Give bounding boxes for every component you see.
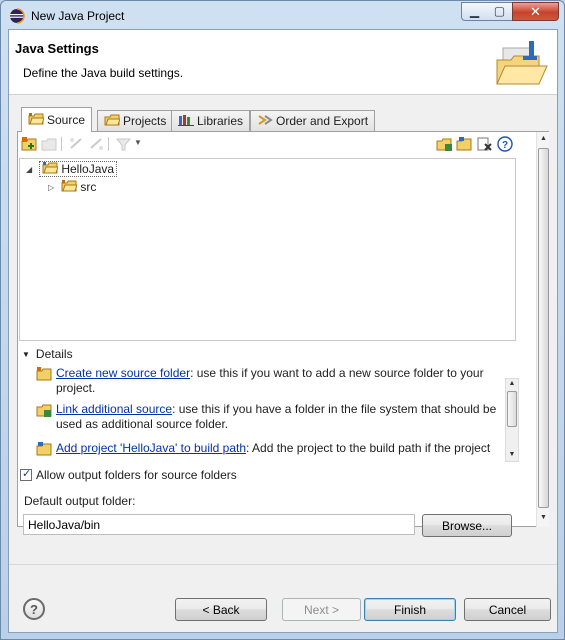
new-java-project-window: New Java Project ▁ ▢ ✕ Java Settings Def… bbox=[0, 0, 565, 640]
finish-button[interactable]: Finish bbox=[364, 598, 456, 621]
details-scroll-thumb[interactable] bbox=[507, 391, 517, 427]
tab-folder: Source Projects Libraries Order and Expo… bbox=[17, 107, 549, 537]
browse-button[interactable]: Browse... bbox=[422, 514, 512, 537]
tab-libraries[interactable]: Libraries bbox=[171, 110, 251, 131]
help-icon[interactable]: ? bbox=[23, 598, 45, 620]
add-project-icon[interactable] bbox=[456, 136, 473, 152]
source-folder-icon bbox=[61, 180, 78, 192]
minimize-icon: ▁ bbox=[469, 4, 480, 18]
allow-output-folders-label: Allow output folders for source folders bbox=[36, 468, 237, 482]
tree-item-hellojava-selection: HelloJava bbox=[39, 161, 118, 177]
link-source-icon bbox=[36, 404, 52, 417]
default-output-folder-field[interactable] bbox=[23, 514, 415, 535]
details-toggle[interactable]: ▼ Details bbox=[22, 347, 73, 361]
collapse-icon[interactable]: ◢ bbox=[26, 165, 36, 174]
link-additional-source-link[interactable]: Link additional source bbox=[56, 402, 172, 416]
tab-source-label: Source bbox=[47, 113, 86, 127]
details-panel: Create new source folder: use this if yo… bbox=[36, 366, 506, 458]
svg-text:?: ? bbox=[502, 140, 508, 151]
link-additional-source-icon[interactable] bbox=[436, 136, 453, 152]
scroll-up-icon[interactable]: ▲ bbox=[537, 135, 550, 142]
source-folder-tree[interactable]: ◢ HelloJava ▷ src bbox=[19, 158, 516, 341]
details-item-link-source: Link additional source: use this if you … bbox=[36, 402, 506, 432]
cancel-button[interactable]: Cancel bbox=[464, 598, 551, 621]
details-item-add-project: Add project 'HelloJava' to build path: A… bbox=[36, 441, 506, 456]
footer-divider bbox=[9, 564, 557, 565]
maximize-icon: ▢ bbox=[493, 4, 506, 18]
minimize-button[interactable]: ▁ bbox=[461, 2, 488, 21]
window-title: New Java Project bbox=[31, 9, 125, 23]
back-button[interactable]: < Back bbox=[175, 598, 267, 621]
close-icon: ✕ bbox=[530, 4, 541, 19]
help-icon[interactable]: ? bbox=[497, 136, 514, 152]
add-source-folder-icon[interactable] bbox=[21, 136, 38, 152]
details-item-create-source-folder: Create new source folder: use this if yo… bbox=[36, 366, 506, 396]
checkbox-checked-icon[interactable] bbox=[20, 467, 32, 481]
libraries-icon bbox=[178, 115, 194, 126]
tree-item-hellojava-label: HelloJava bbox=[61, 162, 115, 176]
eclipse-icon bbox=[10, 8, 25, 24]
wizard-header: Java Settings Define the Java build sett… bbox=[9, 30, 557, 95]
scroll-up-icon[interactable]: ▲ bbox=[506, 380, 518, 387]
filter-icon[interactable] bbox=[115, 136, 132, 152]
expand-icon[interactable]: ▷ bbox=[48, 183, 58, 192]
close-button[interactable]: ✕ bbox=[512, 2, 559, 21]
scroll-down-icon[interactable]: ▼ bbox=[537, 514, 550, 521]
page-scroll-thumb[interactable] bbox=[538, 148, 549, 508]
tree-item-src[interactable]: ▷ src bbox=[48, 180, 96, 197]
scroll-down-icon[interactable]: ▼ bbox=[506, 451, 518, 458]
projects-icon bbox=[104, 114, 120, 126]
tab-order-export-label: Order and Export bbox=[276, 114, 369, 128]
order-export-icon bbox=[258, 115, 273, 125]
maximize-button[interactable]: ▢ bbox=[487, 2, 513, 21]
project-folder-icon bbox=[42, 162, 59, 174]
next-button[interactable]: Next > bbox=[282, 598, 361, 621]
toolbar-separator bbox=[108, 137, 109, 151]
tree-item-hellojava[interactable]: ◢ HelloJava bbox=[26, 161, 118, 179]
tab-libraries-label: Libraries bbox=[197, 114, 244, 128]
link-source-icon[interactable] bbox=[68, 136, 85, 152]
create-source-folder-link[interactable]: Create new source folder bbox=[56, 366, 190, 380]
add-to-build-path-icon bbox=[36, 442, 52, 456]
source-toolbar: ▼ ? bbox=[18, 132, 518, 156]
details-scrollbar[interactable]: ▲ ▼ bbox=[505, 378, 519, 462]
add-project-to-build-path-text: : Add the project to the build path if t… bbox=[246, 441, 491, 455]
tab-source[interactable]: Source bbox=[21, 107, 93, 132]
new-source-folder-icon bbox=[36, 367, 52, 381]
source-folder-icon bbox=[28, 113, 44, 125]
details-heading: Details bbox=[35, 347, 73, 361]
tree-item-src-label: src bbox=[80, 180, 97, 194]
source-tab-panel: ▼ ? ◢ HelloJava ▷ src ▼ Details Create n… bbox=[17, 131, 549, 537]
unlink-source-icon[interactable] bbox=[88, 136, 105, 152]
tab-projects[interactable]: Projects bbox=[97, 110, 174, 131]
tab-projects-label: Projects bbox=[123, 114, 167, 128]
add-project-to-build-path-link[interactable]: Add project 'HelloJava' to build path bbox=[56, 441, 246, 455]
page-title: Java Settings bbox=[15, 41, 99, 56]
toolbar-separator bbox=[61, 137, 62, 151]
new-java-project-wizard-icon bbox=[496, 41, 548, 85]
page-scrollbar[interactable]: ▲ ▼ bbox=[536, 132, 549, 527]
chevron-down-icon: ▼ bbox=[22, 350, 30, 359]
page-description: Define the Java build settings. bbox=[23, 66, 184, 80]
default-output-folder-label: Default output folder: bbox=[24, 494, 136, 508]
tab-order-export[interactable]: Order and Export bbox=[250, 110, 376, 131]
title-bar[interactable]: New Java Project ▁ ▢ ✕ bbox=[1, 1, 564, 29]
dialog-body: Java Settings Define the Java build sett… bbox=[8, 29, 558, 633]
allow-output-folders-checkbox[interactable]: Allow output folders for source folders bbox=[20, 467, 237, 482]
dropdown-arrow-icon[interactable]: ▼ bbox=[134, 138, 151, 154]
edit-source-folder-icon[interactable] bbox=[41, 136, 58, 152]
remove-icon[interactable] bbox=[476, 136, 493, 152]
